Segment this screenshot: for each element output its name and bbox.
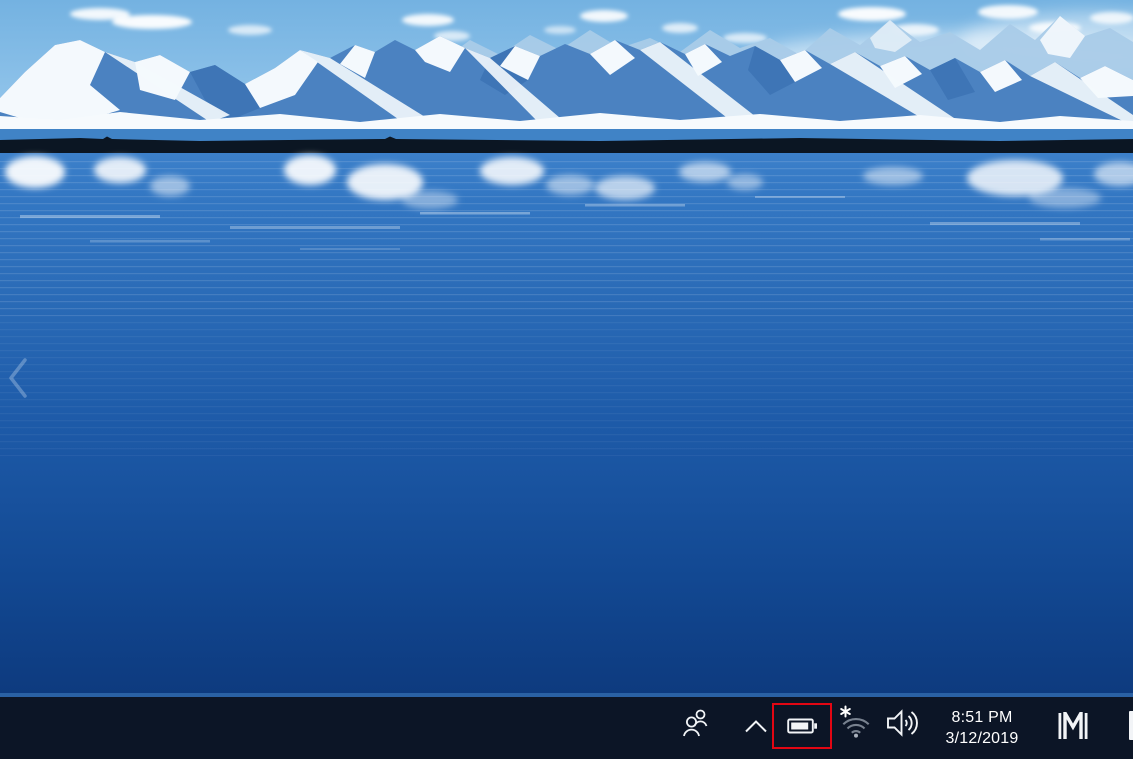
people-icon[interactable] [683,708,709,740]
chevron-left-icon[interactable] [6,356,30,400]
taskbar: 8:51 PM 3/12/2019 [0,697,1133,759]
desktop-screen: 8:51 PM 3/12/2019 [0,0,1133,759]
edge-clipped-icon[interactable] [1129,711,1133,740]
battery-icon-glyph [787,716,818,736]
wifi-asterisk-badge [841,707,850,717]
m-logo-glyph [1057,712,1089,740]
volume-icon[interactable] [886,708,922,738]
speaker-icon [886,708,922,738]
clock-time: 8:51 PM [952,709,1013,727]
chevron-up-icon [743,718,769,734]
wifi-disconnected-icon [839,705,871,739]
people-icon-glyph [683,708,709,740]
taskbar-clock[interactable]: 8:51 PM 3/12/2019 [928,701,1036,755]
wallpaper-scene [0,0,1133,697]
desktop-wallpaper [0,0,1133,697]
m-logo-icon[interactable] [1057,712,1089,740]
wifi-icon[interactable] [839,705,871,739]
show-hidden-icons-button[interactable] [743,718,769,734]
annotation-highlight-box [772,703,832,749]
battery-icon[interactable] [787,716,818,736]
clock-date: 3/12/2019 [946,730,1019,748]
